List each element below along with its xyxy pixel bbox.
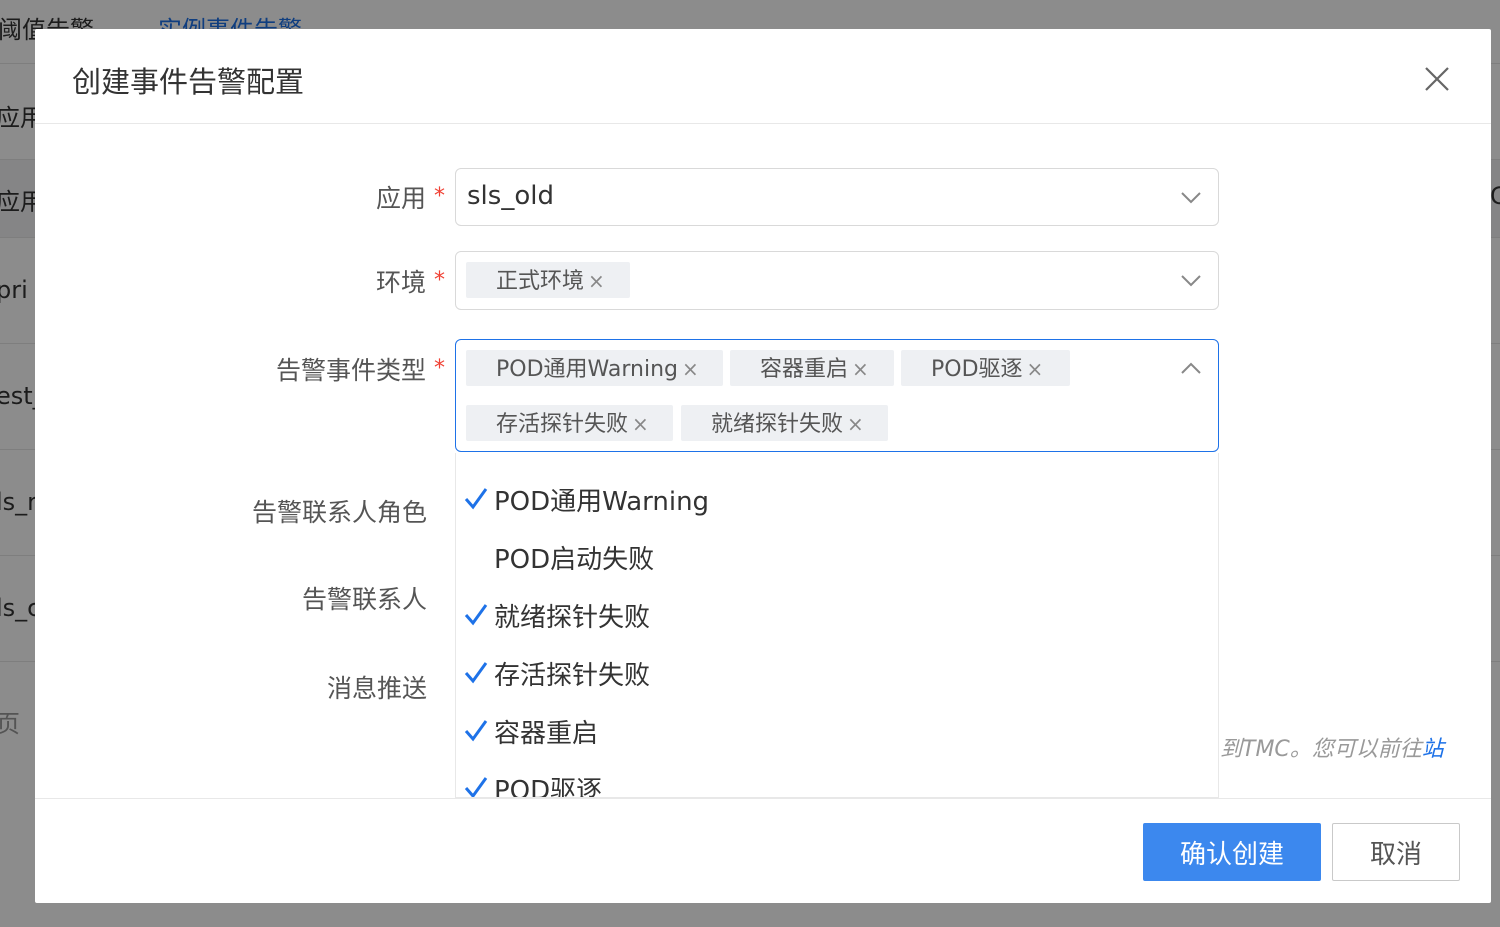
create-event-alert-modal: 创建事件告警配置 应用 * sls_old 环境 * 正式环境 × 告警事件类型 * <box>35 29 1491 903</box>
dropdown-option[interactable]: POD驱逐 <box>456 764 1218 798</box>
option-label: POD通用Warning <box>494 487 710 517</box>
chevron-up-icon <box>1178 356 1204 382</box>
option-label: POD启动失败 <box>494 545 655 575</box>
confirm-create-button[interactable]: 确认创建 <box>1143 823 1321 881</box>
event-type-select[interactable]: POD通用Warning × 容器重启 × POD驱逐 × 存活探针失败 × 就绪探针失… <box>455 339 1219 452</box>
check-icon <box>464 657 488 687</box>
tag-label: 容器重启 <box>760 357 849 382</box>
hint-text: 到TMC。您可以前往 <box>1220 737 1422 762</box>
check-icon <box>464 599 488 629</box>
tag-remove-icon[interactable]: × <box>588 262 605 300</box>
push-label: 消息推送 <box>326 674 427 703</box>
modal-title: 创建事件告警配置 <box>72 65 305 99</box>
app-label: 应用 * <box>55 179 445 215</box>
required-mark: * <box>434 268 445 293</box>
env-label-text: 环境 <box>375 268 426 297</box>
event-type-tag: POD驱逐 × <box>901 350 1070 386</box>
dropdown-option[interactable]: POD通用Warning <box>456 475 1218 533</box>
tag-remove-icon[interactable]: × <box>852 350 869 388</box>
check-icon <box>464 772 488 797</box>
tag-remove-icon[interactable]: × <box>847 405 864 443</box>
check-icon <box>464 483 488 513</box>
event-type-label-text: 告警事件类型 <box>275 356 426 385</box>
env-select[interactable]: 正式环境 × <box>455 251 1219 310</box>
contact-label: 告警联系人 <box>301 585 427 614</box>
event-type-tag: 就绪探针失败 × <box>681 405 888 441</box>
tag-label: 就绪探针失败 <box>711 412 844 437</box>
option-label: 容器重启 <box>494 719 599 749</box>
env-label: 环境 * <box>55 263 445 299</box>
event-type-tag: 容器重启 × <box>730 350 894 386</box>
required-mark: * <box>434 356 445 381</box>
option-label: 存活探针失败 <box>494 661 651 691</box>
tag-label: 正式环境 <box>496 269 585 294</box>
app-select[interactable]: sls_old <box>455 168 1219 226</box>
contact-role-label: 告警联系人角色 <box>251 498 427 527</box>
required-mark: * <box>434 184 445 209</box>
tag-label: 存活探针失败 <box>496 412 629 437</box>
dropdown-option[interactable]: POD启动失败 <box>456 533 1218 591</box>
close-icon <box>1425 67 1449 91</box>
close-button[interactable] <box>1417 59 1457 99</box>
modal-footer: 确认创建 取消 <box>35 798 1491 903</box>
tag-remove-icon[interactable]: × <box>632 405 649 443</box>
app-select-value: sls_old <box>467 181 554 211</box>
hint-link[interactable]: 站 <box>1422 737 1444 762</box>
check-icon <box>464 715 488 745</box>
event-type-tag: POD通用Warning × <box>466 350 723 386</box>
chevron-down-icon <box>1178 184 1204 210</box>
event-type-dropdown[interactable]: POD通用Warning POD启动失败 就绪探针失败 存活探针失败 容器重启 <box>455 453 1219 798</box>
chevron-down-icon <box>1178 267 1204 293</box>
option-label: 就绪探针失败 <box>494 603 651 633</box>
tmc-hint: 到TMC。您可以前往站 <box>1220 731 1444 763</box>
event-type-tag: 存活探针失败 × <box>466 405 673 441</box>
option-label: POD驱逐 <box>494 776 603 798</box>
dropdown-option[interactable]: 容器重启 <box>456 707 1218 765</box>
tag-remove-icon[interactable]: × <box>682 350 699 388</box>
env-tag: 正式环境 × <box>466 262 630 298</box>
event-type-label: 告警事件类型 * <box>55 351 445 387</box>
dropdown-option[interactable]: 就绪探针失败 <box>456 591 1218 649</box>
tag-label: POD通用Warning <box>496 357 678 382</box>
modal-header: 创建事件告警配置 <box>35 29 1491 124</box>
app-label-text: 应用 <box>375 184 426 213</box>
tag-remove-icon[interactable]: × <box>1027 350 1044 388</box>
tag-label: POD驱逐 <box>931 357 1023 382</box>
cancel-button[interactable]: 取消 <box>1332 823 1460 881</box>
dropdown-option[interactable]: 存活探针失败 <box>456 649 1218 707</box>
